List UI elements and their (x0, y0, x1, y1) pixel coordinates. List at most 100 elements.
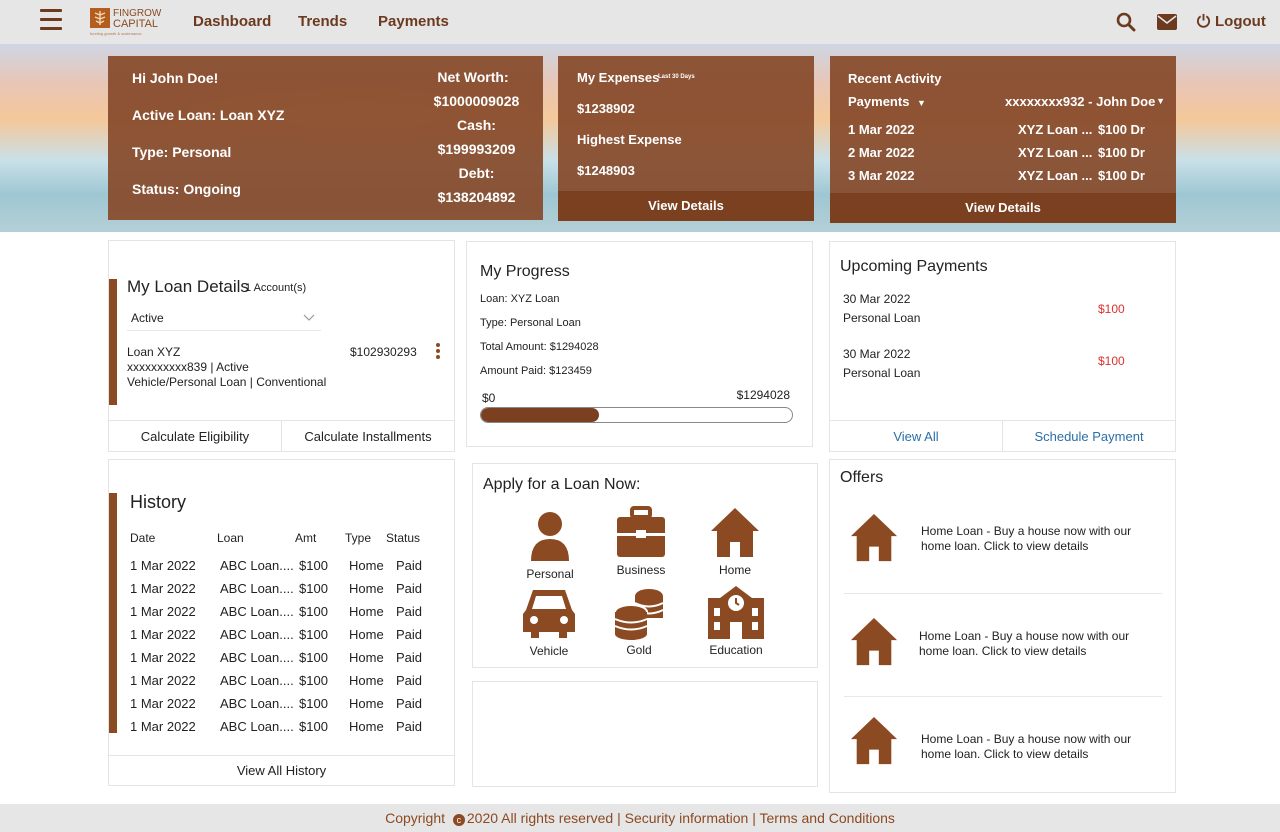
apply-education-label: Education (709, 643, 763, 657)
loan-name[interactable]: Loan XYZ (127, 345, 180, 359)
apply-business-tile[interactable]: Business (606, 506, 676, 577)
payment-name: Personal Loan (843, 366, 921, 380)
nav-trends[interactable]: Trends (298, 13, 347, 30)
activity-row-date: 1 Mar 2022 (848, 122, 915, 137)
expenses-view-details-button[interactable]: View Details (558, 191, 814, 221)
nav-payments[interactable]: Payments (378, 13, 449, 30)
progress-card: My Progress Loan: XYZ Loan Type: Persona… (466, 241, 813, 447)
history-row[interactable]: 1 Mar 2022 ABC Loan.... $100 Home Paid (109, 650, 454, 673)
greeting: Hi John Doe! (132, 70, 219, 86)
net-worth-label: Net Worth: (437, 69, 509, 85)
offer-item[interactable]: Home Loan - Buy a house now with our hom… (830, 707, 1175, 787)
loan-status-select[interactable]: Active (127, 307, 321, 331)
apply-education-tile[interactable]: Education (701, 584, 771, 657)
progress-bar-fill (481, 408, 600, 422)
loan-actions: Calculate Eligibility Calculate Installm… (109, 420, 454, 451)
apply-gold-tile[interactable]: Gold (604, 586, 674, 657)
history-status: Paid (396, 604, 423, 619)
loan-status: Status: Ongoing (132, 181, 241, 197)
logo[interactable]: FINGROW CAPITAL funding growth & sustena… (90, 8, 165, 38)
expenses-total: $1238902 (577, 101, 635, 116)
apply-business-label: Business (616, 563, 666, 577)
payment-date: 30 Mar 2022 (843, 292, 911, 306)
apply-home-tile[interactable]: Home (700, 506, 770, 577)
activity-row-amount: $100 Dr (1098, 122, 1145, 137)
history-date: 1 Mar 2022 (130, 558, 196, 573)
history-row[interactable]: 1 Mar 2022 ABC Loan.... $100 Home Paid (109, 696, 454, 719)
history-type: Home (349, 581, 384, 596)
schedule-payment-link[interactable]: Schedule Payment (1002, 421, 1175, 451)
nav-dashboard[interactable]: Dashboard (193, 13, 271, 30)
payment-name: Personal Loan (843, 311, 921, 325)
history-amount: $100 (299, 650, 328, 665)
hamburger-icon[interactable] (40, 9, 62, 31)
apply-personal-tile[interactable]: Personal (515, 509, 585, 581)
footer-separator: | (617, 810, 621, 826)
active-loan: Active Loan: Loan XYZ (132, 107, 285, 123)
search-icon[interactable] (1116, 12, 1136, 37)
calculate-eligibility-button[interactable]: Calculate Eligibility (109, 421, 281, 451)
more-options-icon[interactable] (435, 342, 441, 360)
history-type: Home (349, 719, 384, 734)
copyright-label: Copyright (385, 810, 445, 826)
account-dropdown[interactable]: xxxxxxxx932 - John Doe ▼ (1005, 94, 1165, 109)
history-row[interactable]: 1 Mar 2022 ABC Loan.... $100 Home Paid (109, 558, 454, 581)
apply-vehicle-label: Vehicle (529, 644, 569, 658)
copyright-year: 2020 All rights reserved (466, 810, 614, 826)
activity-filter-value: Payments (848, 94, 910, 109)
logout-button[interactable]: Logout (1196, 13, 1266, 30)
activity-view-details-button[interactable]: View Details (830, 193, 1176, 223)
loan-type: Type: Personal (132, 144, 232, 160)
expenses-period: Last 30 Days (658, 74, 695, 80)
mail-icon[interactable] (1157, 14, 1177, 35)
view-all-payments-link[interactable]: View All (830, 421, 1002, 451)
cash-value: $199993209 (437, 141, 516, 157)
chevron-down-icon (303, 309, 315, 327)
apply-personal-label: Personal (526, 567, 574, 581)
activity-filter-dropdown[interactable]: Payments ▼ (848, 94, 926, 109)
progress-paid: Amount Paid: $123459 (480, 365, 592, 377)
loan-details-card: My Loan Details 1 Account(s) Active Loan… (108, 240, 455, 452)
summary-card: Hi John Doe! Active Loan: Loan XYZ Type:… (108, 56, 543, 220)
history-row[interactable]: 1 Mar 2022 ABC Loan.... $100 Home Paid (109, 673, 454, 696)
calculate-installments-button[interactable]: Calculate Installments (281, 421, 454, 451)
history-date: 1 Mar 2022 (130, 696, 196, 711)
progress-loan: Loan: XYZ Loan (480, 293, 560, 305)
history-status: Paid (396, 696, 423, 711)
history-row[interactable]: 1 Mar 2022 ABC Loan.... $100 Home Paid (109, 627, 454, 650)
loan-amount: $102930293 (350, 345, 417, 359)
upcoming-actions: View All Schedule Payment (830, 420, 1175, 451)
history-row[interactable]: 1 Mar 2022 ABC Loan.... $100 Home Paid (109, 719, 454, 742)
terms-link[interactable]: Terms and Conditions (760, 810, 895, 826)
col-type: Type (345, 531, 372, 545)
history-type: Home (349, 627, 384, 642)
offers-title: Offers (840, 469, 884, 486)
highest-expense-label: Highest Expense (577, 132, 682, 147)
history-date: 1 Mar 2022 (130, 650, 196, 665)
view-all-history-button[interactable]: View All History (109, 756, 454, 785)
offer-item[interactable]: Home Loan - Buy a house now with our hom… (830, 604, 1175, 707)
history-row[interactable]: 1 Mar 2022 ABC Loan.... $100 Home Paid (109, 604, 454, 627)
account-count: 1 Account(s) (245, 282, 307, 294)
payment-amount: $100 (1098, 302, 1125, 316)
payment-amount: $100 (1098, 354, 1125, 368)
recent-activity-card: Recent Activity Payments ▼ xxxxxxxx932 -… (830, 56, 1176, 223)
loan-details-title: My Loan Details (127, 277, 249, 296)
recent-activity-title: Recent Activity (848, 71, 942, 86)
activity-row-amount: $100 Dr (1098, 145, 1145, 160)
history-amount: $100 (299, 581, 328, 596)
history-row[interactable]: 1 Mar 2022 ABC Loan.... $100 Home Paid (109, 581, 454, 604)
offer-item[interactable]: Home Loan - Buy a house now with our hom… (830, 500, 1175, 603)
footer-separator: | (752, 810, 756, 826)
apply-gold-label: Gold (626, 643, 652, 657)
apply-home-label: Home (718, 563, 751, 577)
house-icon (850, 617, 898, 666)
coins-icon (614, 589, 664, 640)
history-amount: $100 (299, 673, 328, 688)
apply-vehicle-tile[interactable]: Vehicle (514, 586, 584, 658)
progress-total: Total Amount: $1294028 (480, 341, 599, 353)
history-header-row: Date Loan Amt Type Status (109, 531, 454, 554)
security-information-link[interactable]: Security information (625, 810, 749, 826)
offer-text: Home Loan - Buy a house now with our hom… (921, 732, 1132, 761)
activity-row-amount: $100 Dr (1098, 168, 1145, 183)
